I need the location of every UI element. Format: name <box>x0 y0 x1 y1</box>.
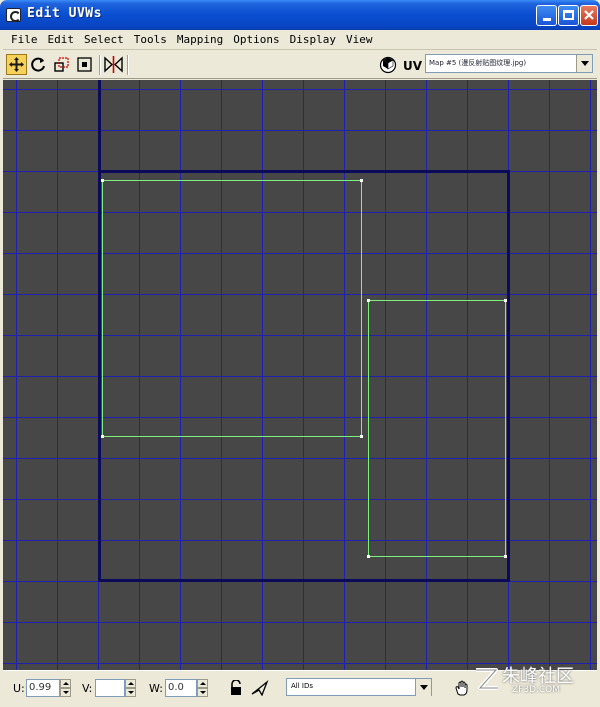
spinner-down-icon[interactable] <box>125 688 136 697</box>
chevron-down-icon <box>419 685 428 690</box>
app-icon <box>6 8 21 22</box>
menu-mapping[interactable]: Mapping <box>173 31 229 48</box>
checker-sphere-icon <box>379 56 396 73</box>
uv-vertex[interactable] <box>367 299 370 302</box>
u-label: U: <box>13 682 25 695</box>
v-value-spinner[interactable] <box>95 679 136 697</box>
spinner-down-icon[interactable] <box>197 688 208 697</box>
maximize-button[interactable] <box>558 5 579 26</box>
dropdown-arrow-button[interactable] <box>415 679 431 696</box>
u-value: 0.99 <box>29 682 52 693</box>
freeform-tool-icon <box>77 57 92 72</box>
close-icon <box>584 10 594 20</box>
mirror-tool-button[interactable] <box>103 54 124 75</box>
uv-vertex[interactable] <box>360 435 363 438</box>
uv-vertex[interactable] <box>360 179 363 182</box>
window-title: Edit UVWs <box>27 6 102 21</box>
map-select-dropdown[interactable]: Map #5 (漫反射贴图纹理.jpg) <box>425 54 593 73</box>
toolbar-separator <box>99 55 101 75</box>
menu-view[interactable]: View <box>342 31 379 48</box>
w-spinner-arrows[interactable] <box>197 679 208 697</box>
watermark-logo: 朱峰社区 ZF3D.COM <box>470 660 598 704</box>
scale-tool-button[interactable] <box>51 54 72 75</box>
hand-icon <box>455 680 468 696</box>
watermark-subtext: ZF3D.COM <box>512 685 560 695</box>
move-tool-button[interactable] <box>6 54 27 75</box>
material-id-dropdown[interactable]: All IDs <box>286 678 432 696</box>
menu-tools[interactable]: Tools <box>130 31 173 48</box>
w-value-spinner[interactable]: 0.0 <box>165 679 208 697</box>
toolbar-separator <box>127 55 129 75</box>
map-select-value: Map #5 (漫反射贴图纹理.jpg) <box>429 59 527 67</box>
uv-vertex[interactable] <box>504 555 507 558</box>
spinner-up-icon[interactable] <box>197 679 208 688</box>
uv-shell-left[interactable] <box>102 180 362 437</box>
uv-editor-viewport[interactable] <box>3 80 597 670</box>
freeform-tool-button[interactable] <box>74 54 95 75</box>
w-label: W: <box>149 682 163 695</box>
mirror-tool-icon <box>104 56 123 73</box>
uv-toggle-button[interactable]: UV <box>403 59 422 73</box>
v-label: V: <box>82 682 93 695</box>
minimize-icon <box>543 18 551 21</box>
zf-logo-icon <box>476 668 498 690</box>
u-value-spinner[interactable]: 0.99 <box>26 679 71 697</box>
move-tool-icon <box>9 57 24 72</box>
material-id-value: All IDs <box>291 682 314 690</box>
v-spinner-arrows[interactable] <box>125 679 136 697</box>
pan-view-button[interactable] <box>453 679 471 697</box>
w-value: 0.0 <box>168 682 184 693</box>
lock-selection-button[interactable] <box>227 679 245 697</box>
menu-display[interactable]: Display <box>286 31 342 48</box>
menu-file[interactable]: File <box>7 31 44 48</box>
menu-select[interactable]: Select <box>80 31 130 48</box>
menu-edit[interactable]: Edit <box>44 31 81 48</box>
chevron-down-icon <box>580 61 589 66</box>
toolbar: UV Map #5 (漫反射贴图纹理.jpg) <box>3 51 597 79</box>
minimize-button[interactable] <box>536 5 557 26</box>
uv-vertex[interactable] <box>101 435 104 438</box>
menu-options[interactable]: Options <box>229 31 285 48</box>
spinner-down-icon[interactable] <box>60 688 71 697</box>
rotate-tool-button[interactable] <box>28 54 49 75</box>
dropdown-arrow-button[interactable] <box>576 55 592 72</box>
title-bar[interactable]: Edit UVWs <box>0 0 600 30</box>
spinner-up-icon[interactable] <box>60 679 71 688</box>
menu-bar: File Edit Select Tools Mapping Options D… <box>3 30 597 50</box>
scale-tool-icon <box>54 57 69 72</box>
uv-shell-right[interactable] <box>368 300 506 557</box>
rotate-tool-icon <box>31 57 45 72</box>
u-spinner-arrows[interactable] <box>60 679 71 697</box>
checker-texture-button[interactable] <box>377 54 398 75</box>
spinner-up-icon[interactable] <box>125 679 136 688</box>
uv-vertex[interactable] <box>101 179 104 182</box>
uv-axis-line <box>98 80 101 170</box>
lock-icon <box>231 680 241 695</box>
uv-vertex[interactable] <box>367 555 370 558</box>
filter-selected-button[interactable] <box>251 679 269 697</box>
maximize-icon <box>563 10 574 20</box>
uv-vertex[interactable] <box>504 299 507 302</box>
close-button[interactable] <box>580 5 598 26</box>
paper-plane-icon <box>251 680 269 696</box>
